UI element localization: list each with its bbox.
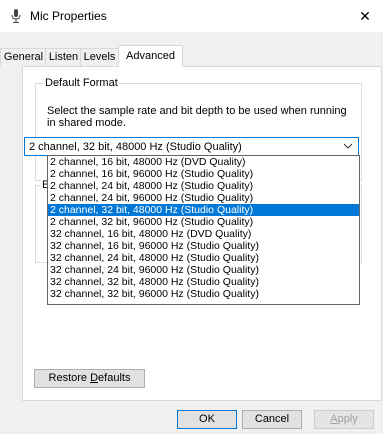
apply-accelerator: A: [330, 413, 338, 425]
default-format-value: 2 channel, 32 bit, 48000 Hz (Studio Qual…: [29, 141, 242, 153]
format-dropdown-list[interactable]: 2 channel, 16 bit, 48000 Hz (DVD Quality…: [47, 155, 360, 305]
format-option[interactable]: 2 channel, 24 bit, 48000 Hz (Studio Qual…: [48, 180, 359, 192]
format-option[interactable]: 2 channel, 24 bit, 96000 Hz (Studio Qual…: [48, 192, 359, 204]
chevron-down-icon: [344, 143, 352, 149]
default-format-select[interactable]: 2 channel, 32 bit, 48000 Hz (Studio Qual…: [24, 137, 359, 156]
restore-label-post: efaults: [98, 372, 131, 384]
apply-label-post: pply: [337, 413, 358, 425]
apply-button[interactable]: Apply: [314, 410, 374, 429]
close-icon: ✕: [359, 8, 371, 24]
restore-accelerator: D: [90, 372, 99, 384]
tab-strip: General Listen Levels Advanced: [0, 45, 383, 67]
format-option[interactable]: 2 channel, 32 bit, 96000 Hz (Studio Qual…: [48, 216, 359, 228]
format-option[interactable]: 2 channel, 16 bit, 96000 Hz (Studio Qual…: [48, 168, 359, 180]
default-format-legend: Default Format: [43, 77, 120, 89]
format-option[interactable]: 32 channel, 24 bit, 96000 Hz (Studio Qua…: [48, 264, 359, 276]
format-option[interactable]: 2 channel, 16 bit, 48000 Hz (DVD Quality…: [48, 156, 359, 168]
format-option[interactable]: 32 channel, 32 bit, 48000 Hz (Studio Qua…: [48, 276, 359, 288]
format-option[interactable]: 32 channel, 16 bit, 48000 Hz (DVD Qualit…: [48, 228, 359, 240]
title-bar: Mic Properties ✕: [0, 0, 383, 32]
default-format-description: Select the sample rate and bit depth to …: [47, 105, 347, 129]
window-title: Mic Properties: [30, 9, 107, 23]
format-option[interactable]: 32 channel, 16 bit, 96000 Hz (Studio Qua…: [48, 240, 359, 252]
tab-general[interactable]: General: [0, 48, 47, 66]
tab-levels[interactable]: Levels: [80, 48, 119, 66]
microphone-icon: [11, 9, 21, 23]
format-option-selected[interactable]: 2 channel, 32 bit, 48000 Hz (Studio Qual…: [48, 204, 359, 216]
cancel-button[interactable]: Cancel: [242, 410, 302, 429]
ok-button[interactable]: OK: [177, 410, 237, 429]
restore-defaults-button[interactable]: Restore Defaults: [34, 369, 145, 388]
format-option[interactable]: 32 channel, 24 bit, 48000 Hz (Studio Qua…: [48, 252, 359, 264]
close-button[interactable]: ✕: [347, 0, 383, 32]
tab-listen[interactable]: Listen: [45, 48, 82, 66]
tab-advanced[interactable]: Advanced: [118, 45, 183, 67]
restore-label-pre: Restore: [48, 372, 91, 384]
format-option[interactable]: 32 channel, 32 bit, 96000 Hz (Studio Qua…: [48, 288, 359, 300]
